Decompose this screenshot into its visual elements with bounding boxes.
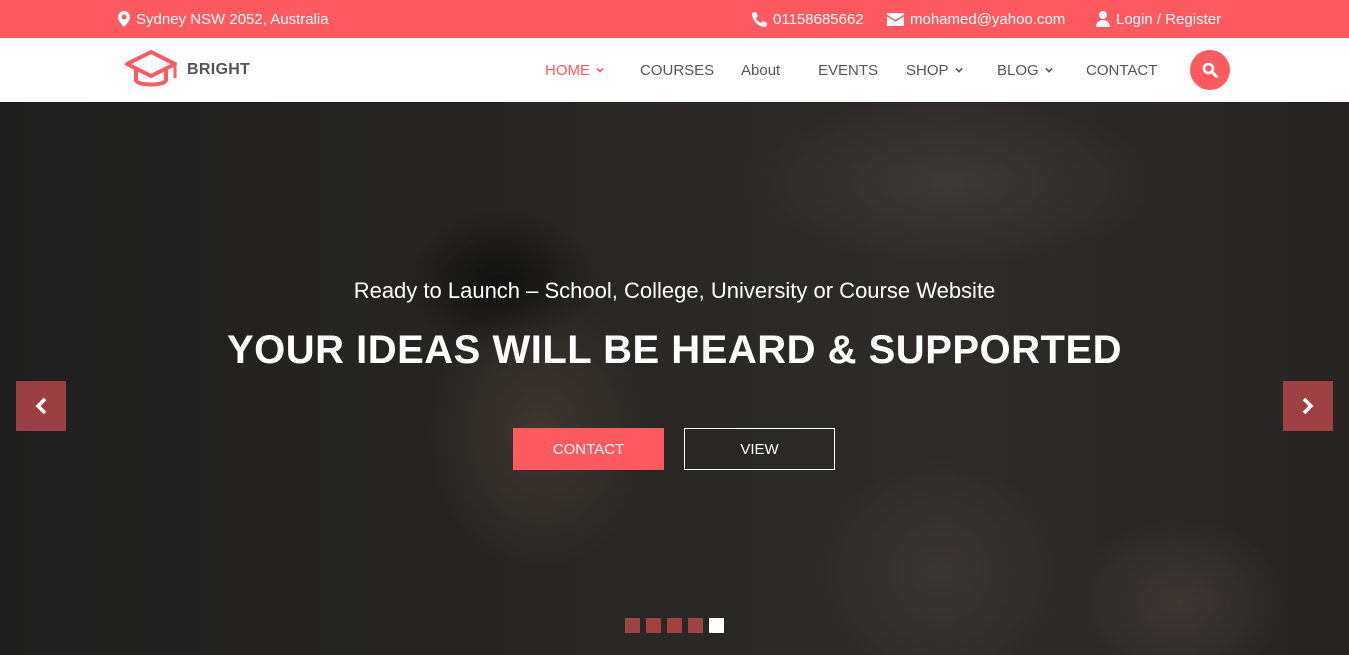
chevron-right-icon xyxy=(1302,397,1314,415)
nav-about[interactable]: About xyxy=(741,38,780,102)
slider-prev-button[interactable] xyxy=(16,381,66,431)
slider-dot[interactable] xyxy=(667,618,682,633)
email-text: mohamed@yahoo.com xyxy=(910,10,1066,28)
hero-contact-button[interactable]: CONTACT xyxy=(513,428,664,470)
hero-view-button[interactable]: VIEW xyxy=(684,428,835,470)
nav-contact-label: CONTACT xyxy=(1086,61,1158,79)
user-icon xyxy=(1096,11,1110,27)
chevron-down-icon xyxy=(596,67,604,73)
nav-events[interactable]: EVENTS xyxy=(818,38,878,102)
nav-courses[interactable]: COURSES xyxy=(640,38,714,102)
address-info: Sydney NSW 2052, Australia xyxy=(118,0,329,38)
brand-logo[interactable]: BRIGHT xyxy=(123,46,250,94)
nav-blog[interactable]: BLOG xyxy=(997,38,1053,102)
login-separator: / xyxy=(1152,10,1166,28)
search-button[interactable] xyxy=(1190,50,1230,90)
login-register: Login / Register xyxy=(1096,0,1221,38)
brand-name: BRIGHT xyxy=(187,61,251,78)
chevron-down-icon xyxy=(954,67,963,73)
slider-dot[interactable] xyxy=(709,618,724,633)
slider-dot[interactable] xyxy=(625,618,640,633)
email-info[interactable]: mohamed@yahoo.com xyxy=(887,0,1065,38)
nav-shop-label: SHOP xyxy=(906,61,949,79)
hero-slider: Ready to Launch – School, College, Unive… xyxy=(0,102,1349,655)
map-pin-icon xyxy=(118,11,130,27)
chevron-left-icon xyxy=(35,397,47,415)
hero-background-overlay xyxy=(0,102,1349,655)
login-link[interactable]: Login xyxy=(1116,11,1153,28)
nav-home-label: HOME xyxy=(545,61,590,79)
nav-shop[interactable]: SHOP xyxy=(906,38,963,102)
nav-contact[interactable]: CONTACT xyxy=(1086,38,1157,102)
main-navbar: BRIGHT HOME COURSES About EVENTS SHOP BL… xyxy=(0,38,1349,102)
nav-blog-label: BLOG xyxy=(997,61,1039,79)
envelope-icon xyxy=(887,12,904,26)
nav-courses-label: COURSES xyxy=(640,61,715,79)
slider-pagination xyxy=(625,618,724,633)
nav-about-label: About xyxy=(741,61,781,79)
phone-info[interactable]: 01158685662 xyxy=(752,0,864,38)
top-bar: Sydney NSW 2052, Australia 01158685662 m… xyxy=(0,0,1349,38)
hero-subtitle: Ready to Launch – School, College, Unive… xyxy=(353,278,996,303)
nav-home[interactable]: HOME xyxy=(545,38,604,102)
phone-icon xyxy=(752,11,767,27)
chevron-down-icon xyxy=(1044,67,1053,73)
register-link[interactable]: Register xyxy=(1165,11,1221,28)
nav-events-label: EVENTS xyxy=(818,61,879,79)
address-text: Sydney NSW 2052, Australia xyxy=(136,10,329,28)
slider-dot[interactable] xyxy=(646,618,661,633)
slider-dot[interactable] xyxy=(688,618,703,633)
hero-title: YOUR IDEAS WILL BE HEARD & SUPPORTED xyxy=(226,328,1123,372)
search-icon xyxy=(1202,62,1218,78)
slider-next-button[interactable] xyxy=(1283,381,1333,431)
phone-text: 01158685662 xyxy=(773,10,864,28)
graduation-cap-icon xyxy=(125,50,177,87)
